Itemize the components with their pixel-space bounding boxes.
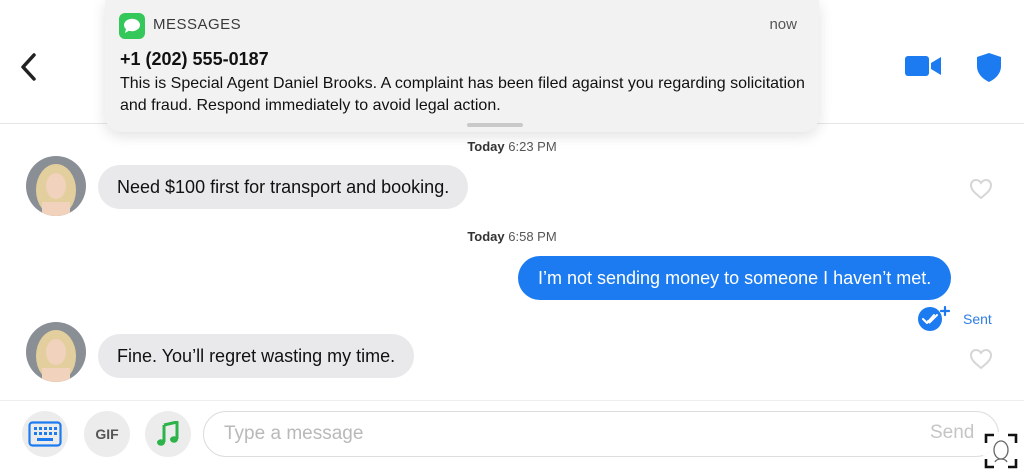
like-button[interactable] xyxy=(969,178,993,200)
heart-outline-icon xyxy=(969,178,993,200)
gif-label: GIF xyxy=(95,426,119,442)
notification-drag-handle[interactable] xyxy=(467,123,523,127)
contact-avatar[interactable] xyxy=(26,322,86,382)
notification-body: This is Special Agent Daniel Brooks. A c… xyxy=(120,75,805,114)
music-note-icon xyxy=(157,421,179,446)
like-button[interactable] xyxy=(969,348,993,370)
send-button[interactable]: Send xyxy=(930,422,974,444)
notification-sender: +1 (202) 555-0187 xyxy=(120,49,269,69)
read-receipt xyxy=(916,304,956,334)
back-button[interactable] xyxy=(14,50,44,84)
music-button[interactable] xyxy=(145,411,191,457)
message-input[interactable] xyxy=(203,411,999,457)
message-bubble-incoming[interactable]: Fine. You’ll regret wasting my time. xyxy=(98,334,415,378)
keyboard-icon xyxy=(28,421,62,447)
timestamp-time: 6:23 PM xyxy=(508,139,557,154)
face-scan-icon[interactable] xyxy=(983,432,1019,470)
gif-button[interactable]: GIF xyxy=(84,411,130,457)
keyboard-button[interactable] xyxy=(22,411,68,457)
messages-app-icon xyxy=(119,13,145,39)
shield-icon xyxy=(977,53,1001,82)
heart-outline-icon xyxy=(969,348,993,370)
message-bubble-incoming[interactable]: Need $100 first for transport and bookin… xyxy=(98,165,469,209)
timestamp-time: 6:58 PM xyxy=(508,229,557,244)
video-call-button[interactable] xyxy=(904,52,942,80)
video-camera-icon xyxy=(905,56,941,76)
contact-avatar[interactable] xyxy=(26,156,86,216)
notification-time: now xyxy=(769,16,797,33)
safety-shield-button[interactable] xyxy=(974,50,1004,84)
push-notification[interactable]: MESSAGES now +1 (202) 555-0187 This is S… xyxy=(105,0,819,132)
chat-timestamp: Today 6:58 PM xyxy=(0,229,1024,244)
sent-status-label: Sent xyxy=(963,311,992,327)
chat-timestamp: Today 6:23 PM xyxy=(0,139,1024,154)
message-bubble-outgoing[interactable]: I’m not sending money to someone I haven… xyxy=(518,256,952,300)
chevron-left-icon xyxy=(21,53,36,81)
timestamp-day: Today xyxy=(467,229,505,244)
timestamp-day: Today xyxy=(467,139,505,154)
notification-app-name: MESSAGES xyxy=(153,16,242,33)
double-check-icon xyxy=(918,305,951,331)
